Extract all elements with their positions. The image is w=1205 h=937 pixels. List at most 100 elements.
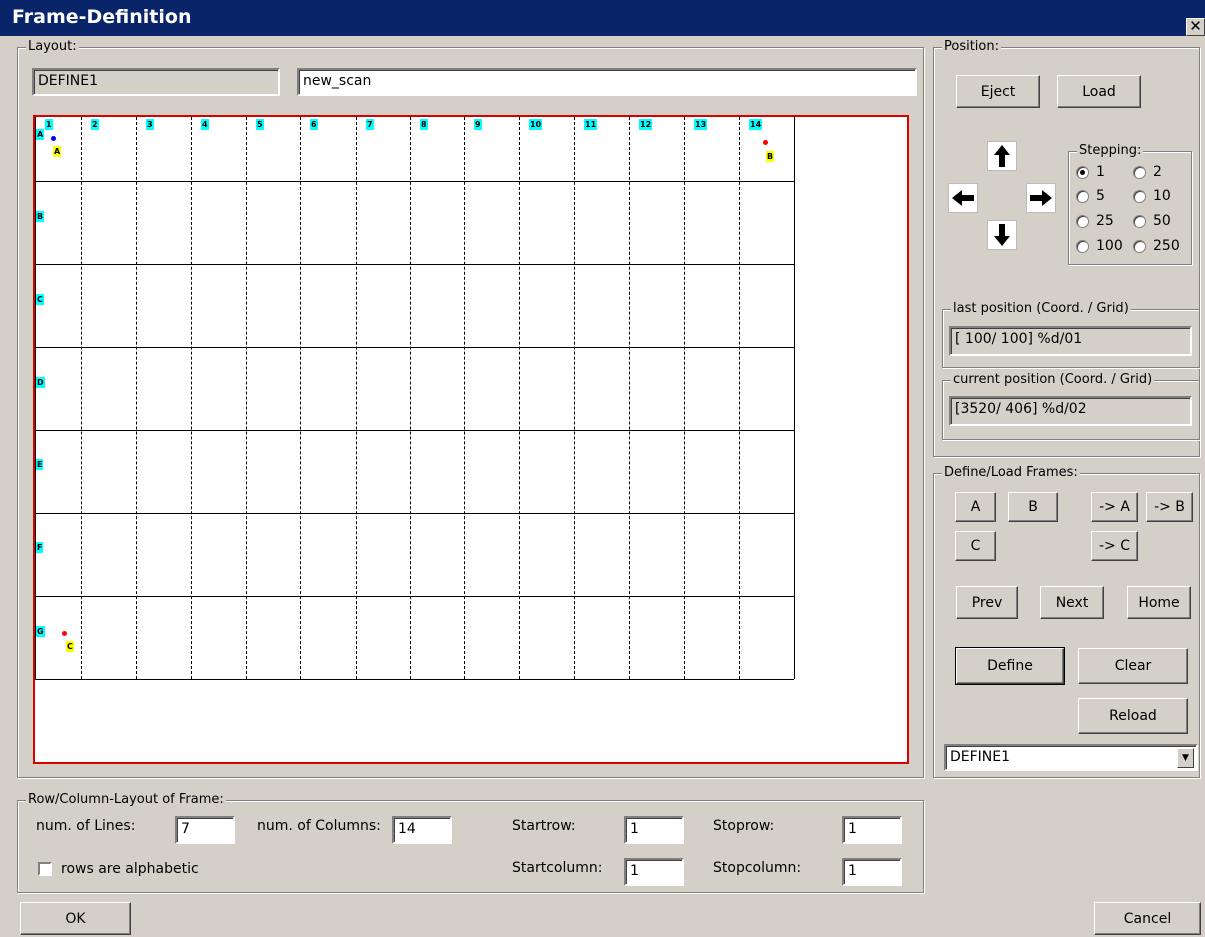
stepping-radio-2[interactable]: [1133, 166, 1146, 179]
stopcolumn-label: Stopcolumn:: [713, 860, 802, 876]
layout-legend: Layout:: [26, 39, 79, 55]
reload-button[interactable]: Reload: [1078, 698, 1188, 734]
lines-input[interactable]: 7: [175, 816, 235, 844]
grid-column-line: [356, 117, 357, 679]
grid-column-line: [136, 117, 137, 679]
stepping-label-10: 10: [1153, 188, 1171, 204]
column-label: 14: [749, 119, 763, 130]
eject-button[interactable]: Eject: [956, 75, 1040, 108]
cancel-button[interactable]: Cancel: [1094, 902, 1201, 935]
grid-row-line: [35, 264, 794, 265]
stepping-radio-250[interactable]: [1133, 240, 1146, 253]
grid-column-line: [574, 117, 575, 679]
stepping-radio-5[interactable]: [1076, 190, 1089, 203]
grid-row-line: [35, 430, 794, 431]
column-label: 3: [146, 119, 154, 130]
frame-select-value: DEFINE1: [950, 749, 1011, 765]
column-label: 9: [474, 119, 482, 130]
home-button[interactable]: Home: [1127, 586, 1191, 619]
title-bar: Frame-Definition ✕: [0, 0, 1205, 36]
grid-row-line: [35, 679, 794, 680]
frame-marker-b: B: [766, 151, 775, 162]
ok-button[interactable]: OK: [20, 902, 131, 935]
position-legend: Position:: [942, 39, 1001, 55]
grid-row-line: [35, 181, 794, 182]
last-position-legend: last position (Coord. / Grid): [951, 301, 1131, 317]
stepping-radio-1[interactable]: [1076, 166, 1089, 179]
frame-a-button[interactable]: A: [955, 492, 996, 522]
grid-column-line: [246, 117, 247, 679]
stoprow-input[interactable]: 1: [842, 816, 902, 844]
goto-c-button[interactable]: -> C: [1091, 531, 1138, 561]
scan-name-input[interactable]: new_scan: [297, 68, 917, 96]
alphabetic-rows-checkbox[interactable]: [38, 862, 52, 876]
frame-marker-c: C: [66, 641, 74, 652]
column-label: 8: [420, 119, 428, 130]
columns-label: num. of Columns:: [257, 818, 381, 834]
grid-column-line: [191, 117, 192, 679]
current-position-value: [3520/ 406] %d/02: [949, 396, 1192, 426]
goto-b-button[interactable]: -> B: [1146, 492, 1193, 522]
stepping-legend: Stepping:: [1077, 143, 1144, 159]
grid-column-line: [794, 117, 795, 679]
next-button[interactable]: Next: [1040, 586, 1104, 619]
left-arrow-icon[interactable]: [948, 183, 978, 213]
row-label: A: [36, 129, 45, 140]
column-label: 13: [694, 119, 708, 130]
last-position-value: [ 100/ 100] %d/01: [949, 326, 1192, 356]
row-label: B: [36, 211, 45, 222]
grid-row-line: [35, 596, 794, 597]
startcolumn-input[interactable]: 1: [624, 858, 684, 886]
close-icon[interactable]: ✕: [1186, 18, 1205, 36]
stepping-label-250: 250: [1153, 238, 1180, 254]
stepping-label-100: 100: [1096, 238, 1123, 254]
up-arrow-icon[interactable]: [987, 141, 1017, 171]
prev-button[interactable]: Prev: [956, 586, 1018, 619]
row-label: D: [36, 377, 45, 388]
column-label: 10: [529, 119, 543, 130]
chevron-down-icon[interactable]: ▼: [1177, 748, 1194, 768]
define-name-field: DEFINE1: [32, 68, 280, 96]
rowcol-legend: Row/Column-Layout of Frame:: [26, 792, 226, 808]
row-label: E: [36, 459, 44, 470]
grid-column-line: [81, 117, 82, 679]
define-button[interactable]: Define: [955, 647, 1065, 685]
column-label: 4: [201, 119, 209, 130]
frame-b-button[interactable]: B: [1008, 492, 1058, 522]
stepping-label-2: 2: [1153, 164, 1162, 180]
grid-row-line: [35, 347, 794, 348]
grid-column-line: [629, 117, 630, 679]
grid-row-line: [35, 513, 794, 514]
clear-button[interactable]: Clear: [1078, 648, 1188, 684]
frame-point-dot: [763, 140, 768, 145]
frame-point-dot: [62, 631, 67, 636]
columns-input[interactable]: 14: [392, 816, 452, 844]
frame-marker-a: A: [53, 146, 62, 157]
current-position-legend: current position (Coord. / Grid): [951, 372, 1155, 388]
right-arrow-icon[interactable]: [1026, 183, 1056, 213]
stepping-radio-25[interactable]: [1076, 215, 1089, 228]
lines-label: num. of Lines:: [36, 818, 136, 834]
stepping-label-50: 50: [1153, 213, 1171, 229]
down-arrow-icon[interactable]: [987, 220, 1017, 250]
grid-column-line: [410, 117, 411, 679]
window-title: Frame-Definition: [12, 6, 192, 28]
grid-column-line: [300, 117, 301, 679]
startcolumn-label: Startcolumn:: [512, 860, 603, 876]
frame-select[interactable]: DEFINE1 ▼: [944, 744, 1198, 771]
stepping-label-1: 1: [1096, 164, 1105, 180]
goto-a-button[interactable]: -> A: [1091, 492, 1138, 522]
stopcolumn-input[interactable]: 1: [842, 858, 902, 886]
startrow-input[interactable]: 1: [624, 816, 684, 844]
frame-c-button[interactable]: C: [955, 531, 996, 561]
rowcol-group: Row/Column-Layout of Frame:: [17, 792, 924, 893]
column-label: 2: [91, 119, 99, 130]
stepping-radio-50[interactable]: [1133, 215, 1146, 228]
stepping-radio-10[interactable]: [1133, 190, 1146, 203]
define-load-legend: Define/Load Frames:: [942, 465, 1080, 481]
frame-layout-canvas[interactable]: 1 2 3 4 5 6 7 8 9 10 11 12 13 14 A B C D E F G A B C: [33, 115, 909, 764]
load-button[interactable]: Load: [1057, 75, 1141, 108]
grid-column-line: [464, 117, 465, 679]
frame-point-dot: [51, 136, 56, 141]
stepping-radio-100[interactable]: [1076, 240, 1089, 253]
